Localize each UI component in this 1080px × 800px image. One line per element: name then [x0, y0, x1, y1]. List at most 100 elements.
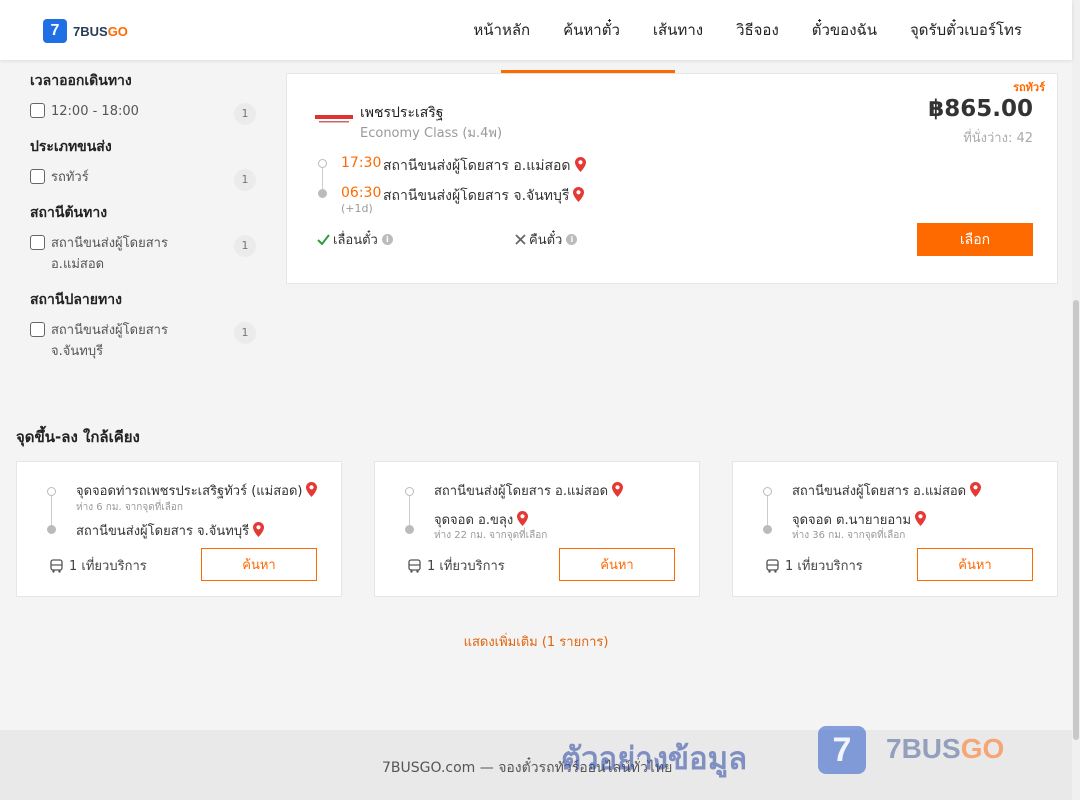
refund-label: คืนตั๋ว	[529, 233, 563, 248]
nearby-from-stop: สถานีขนส่งผู้โดยสาร อ.แม่สอด	[792, 480, 982, 501]
nearby-search-button[interactable]: ค้นหา	[917, 548, 1033, 581]
watermark-text: ตัวอย่างข้อมูล	[561, 741, 748, 777]
map-pin-icon[interactable]	[517, 511, 529, 526]
next-day-indicator: (+1d)	[341, 202, 373, 215]
arrival-stop: สถานีขนส่งผู้โดยสาร จ.จันทบุรี	[383, 185, 585, 207]
logo-brand: 7BUS	[73, 23, 108, 39]
nearby-to-stop: จุดจอด อ.ขลุง	[434, 509, 529, 530]
checkbox[interactable]	[30, 169, 45, 184]
page-scrollbar[interactable]	[1072, 0, 1080, 800]
seat-class: Economy Class (ม.4พ)	[360, 126, 503, 141]
operator-logo	[315, 115, 353, 123]
nearby-to-stop: สถานีขนส่งผู้โดยสาร จ.จันทบุรี	[76, 520, 265, 541]
filter-count-badge: 1	[234, 322, 256, 344]
nav-home[interactable]: หน้าหลัก	[473, 18, 530, 42]
nearby-from-stop: จุดจอดท่ารถเพชรประเสริฐทัวร์ (แม่สอด)	[76, 480, 318, 501]
nearby-from-stop: สถานีขนส่งผู้โดยสาร อ.แม่สอด	[434, 480, 624, 501]
nearby-card: สถานีขนส่งผู้โดยสาร อ.แม่สอด จุดจอด ต.นา…	[732, 461, 1058, 597]
info-icon[interactable]: i	[566, 234, 578, 245]
filter-count-badge: 1	[234, 103, 256, 125]
nearby-section-title: จุดขึ้น-ลง ใกล้เคียง	[16, 428, 140, 446]
route-timeline	[51, 491, 52, 529]
stop-name: สถานีขนส่งผู้โดยสาร อ.แม่สอด	[434, 484, 609, 499]
filter-group-transport-type: ประเภทขนส่ง รถทัวร์ 1	[30, 136, 256, 191]
ticket-price: ฿865.00	[928, 96, 1033, 122]
service-count-label: 1 เที่ยวบริการ	[69, 559, 147, 574]
filter-title: ประเภทขนส่ง	[30, 139, 112, 155]
operator-name: เพชรประเสริฐ	[360, 105, 444, 121]
nearby-to-stop: จุดจอด ต.นายายอาม	[792, 509, 927, 530]
filter-count-badge: 1	[234, 169, 256, 191]
destination-dot	[47, 525, 56, 534]
service-count: 1 เที่ยวบริการ	[50, 555, 147, 576]
nearby-search-button[interactable]: ค้นหา	[201, 548, 317, 581]
site-logo[interactable]: 7 7BUSGO	[43, 19, 128, 43]
origin-dot	[405, 487, 414, 496]
filter-title: เวลาออกเดินทาง	[30, 73, 132, 89]
stop-name: จุดจอด อ.ขลุง	[434, 513, 514, 528]
filter-title: สถานีปลายทาง	[30, 292, 122, 308]
watermark-brand: 7BUSGO	[886, 733, 1004, 765]
trip-result-card: รถทัวร์ เพชรประเสริฐ Economy Class (ม.4พ…	[286, 73, 1058, 284]
departure-stop: สถานีขนส่งผู้โดยสาร อ.แม่สอด	[383, 155, 586, 177]
nearby-search-button[interactable]: ค้นหา	[559, 548, 675, 581]
nav-routes[interactable]: เส้นทาง	[653, 18, 703, 42]
stop-name: สถานีขนส่งผู้โดยสาร อ.แม่สอด	[792, 484, 967, 499]
map-pin-icon[interactable]	[915, 511, 927, 526]
map-pin-icon[interactable]	[306, 482, 318, 497]
filter-option[interactable]: 12:00 - 18:00 1	[30, 101, 256, 125]
watermark-brand-main: 7BUS	[886, 733, 961, 764]
checkbox[interactable]	[30, 103, 45, 118]
bus-icon	[766, 558, 779, 573]
filter-sidebar: เวลาออกเดินทาง 12:00 - 18:00 1 ประเภทขนส…	[30, 66, 256, 376]
filter-option-label: 12:00 - 18:00	[51, 104, 139, 119]
checkbox[interactable]	[30, 322, 45, 337]
map-pin-icon[interactable]	[612, 482, 624, 497]
seats-available: ที่นั่งว่าง: 42	[963, 131, 1033, 146]
filter-option-label: สถานีขนส่งผู้โดยสาร จ.จันทบุรี	[51, 323, 168, 359]
logo-badge: 7	[43, 19, 67, 43]
logo-text: 7BUSGO	[73, 24, 128, 39]
destination-dot	[318, 189, 327, 198]
nav-how-to-book[interactable]: วิธีจอง	[736, 18, 779, 42]
main-nav: หน้าหลัก ค้นหาตั๋ว เส้นทาง วิธีจอง ตั๋วข…	[440, 0, 1022, 60]
filter-group-origin: สถานีต้นทาง สถานีขนส่งผู้โดยสาร อ.แม่สอด…	[30, 202, 256, 275]
service-count: 1 เที่ยวบริการ	[408, 555, 505, 576]
filter-option[interactable]: รถทัวร์ 1	[30, 167, 256, 191]
filter-option[interactable]: สถานีขนส่งผู้โดยสาร อ.แม่สอด 1	[30, 233, 256, 275]
nearby-card: จุดจอดท่ารถเพชรประเสริฐทัวร์ (แม่สอด) ห่…	[16, 461, 342, 597]
filter-count-badge: 1	[234, 235, 256, 257]
service-count: 1 เที่ยวบริการ	[766, 555, 863, 576]
filter-option-label: รถทัวร์	[51, 170, 89, 185]
map-pin-icon[interactable]	[574, 157, 586, 172]
service-count-label: 1 เที่ยวบริการ	[427, 559, 505, 574]
checkbox[interactable]	[30, 235, 45, 250]
route-timeline	[767, 491, 768, 529]
departure-time: 17:30	[341, 155, 382, 171]
nav-pickup-points[interactable]: จุดรับตั๋วเบอร์โทร	[910, 18, 1022, 42]
reschedule-label: เลื่อนตั๋ว	[333, 233, 378, 248]
transport-type-tag: รถทัวร์	[1013, 81, 1045, 94]
map-pin-icon[interactable]	[970, 482, 982, 497]
logo-brand-accent: GO	[107, 23, 128, 39]
nav-search-tickets[interactable]: ค้นหาตั๋ว	[563, 18, 620, 42]
info-icon[interactable]: i	[381, 234, 393, 245]
map-pin-icon[interactable]	[253, 522, 265, 537]
stop-name: สถานีขนส่งผู้โดยสาร จ.จันทบุรี	[76, 524, 250, 539]
service-count-label: 1 เที่ยวบริการ	[785, 559, 863, 574]
filter-group-destination: สถานีปลายทาง สถานีขนส่งผู้โดยสาร จ.จันทบ…	[30, 289, 256, 362]
nearby-card: สถานีขนส่งผู้โดยสาร อ.แม่สอด จุดจอด อ.ขล…	[374, 461, 700, 597]
map-pin-icon[interactable]	[573, 187, 585, 202]
filter-option[interactable]: สถานีขนส่งผู้โดยสาร จ.จันทบุรี 1	[30, 320, 256, 362]
scrollbar-thumb[interactable]	[1073, 300, 1079, 740]
nav-my-tickets[interactable]: ตั๋วของฉัน	[812, 18, 877, 42]
refund-feature: คืนตั๋ว i	[515, 229, 578, 250]
filter-option-label: สถานีขนส่งผู้โดยสาร อ.แม่สอด	[51, 236, 168, 272]
filter-group-departure-time: เวลาออกเดินทาง 12:00 - 18:00 1	[30, 70, 256, 125]
arrival-time: 06:30	[341, 185, 382, 201]
select-trip-button[interactable]: เลือก	[917, 223, 1033, 256]
show-more-link[interactable]: แสดงเพิ่มเติม (1 รายการ)	[0, 631, 1072, 652]
destination-dot	[763, 525, 772, 534]
nearby-to-distance: ห่าง 22 กม. จากจุดที่เลือก	[434, 530, 548, 541]
reschedule-feature: เลื่อนตั๋ว i	[317, 229, 393, 250]
